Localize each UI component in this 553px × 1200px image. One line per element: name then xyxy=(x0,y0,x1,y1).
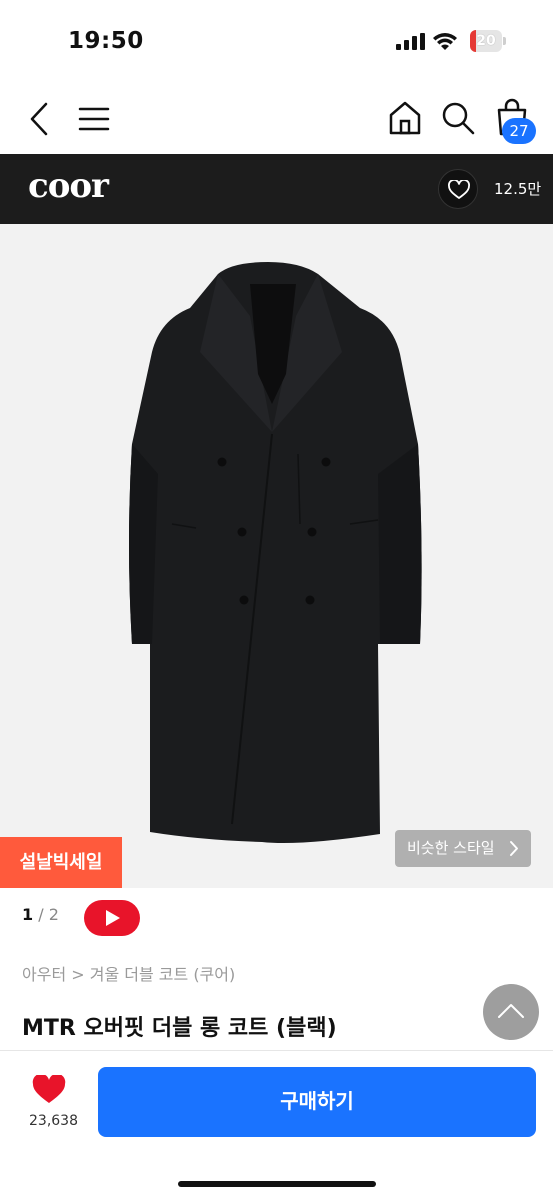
image-total: 2 xyxy=(48,905,59,924)
battery-icon: 20 xyxy=(470,30,506,52)
buy-button[interactable]: 구매하기 xyxy=(98,1067,536,1137)
youtube-button[interactable] xyxy=(84,900,140,936)
image-pagination: 1 / 2 xyxy=(22,905,59,924)
back-icon[interactable] xyxy=(26,100,54,138)
heart-filled-icon[interactable] xyxy=(32,1075,66,1105)
heart-outline-icon xyxy=(448,180,470,199)
status-bar: 19:50 20 xyxy=(0,0,553,84)
breadcrumb[interactable]: 아우터 > 겨울 더블 코트 (쿠어) xyxy=(22,961,235,985)
purchase-bar: 23,638 구매하기 xyxy=(0,1050,553,1200)
search-icon[interactable] xyxy=(440,100,476,136)
product-title: MTR 오버핏 더블 롱 코트 (블랙) xyxy=(22,1016,337,1041)
coat-image xyxy=(129,262,422,843)
chevron-up-icon xyxy=(498,1004,524,1018)
play-icon xyxy=(106,910,120,926)
product-like-count: 23,638 xyxy=(29,1113,78,1129)
brand-like-count: 12.5만 xyxy=(494,180,542,198)
scroll-to-top-button[interactable] xyxy=(483,984,539,1040)
menu-icon[interactable] xyxy=(78,104,110,134)
similar-style-button[interactable]: 비슷한 스타일 xyxy=(395,830,531,867)
brand-logo[interactable]: coor xyxy=(28,166,109,206)
similar-style-label: 비슷한 스타일 xyxy=(407,839,495,857)
sale-tag: 설날빅세일 xyxy=(0,837,122,888)
signal-icon xyxy=(396,33,425,50)
status-time: 19:50 xyxy=(68,28,144,54)
cart-count-badge[interactable]: 27 xyxy=(502,118,536,144)
image-index: 1 xyxy=(22,905,34,924)
chevron-right-icon xyxy=(510,841,518,856)
battery-level: 20 xyxy=(476,33,496,49)
home-icon[interactable] xyxy=(388,100,422,136)
brand-like-button[interactable] xyxy=(438,169,478,209)
wifi-icon xyxy=(433,33,457,50)
top-navigation: 27 xyxy=(0,84,553,154)
brand-bar[interactable]: coor 12.5만 xyxy=(0,154,553,224)
home-indicator xyxy=(178,1181,376,1187)
product-image[interactable]: 설날빅세일 비슷한 스타일 xyxy=(0,224,553,888)
